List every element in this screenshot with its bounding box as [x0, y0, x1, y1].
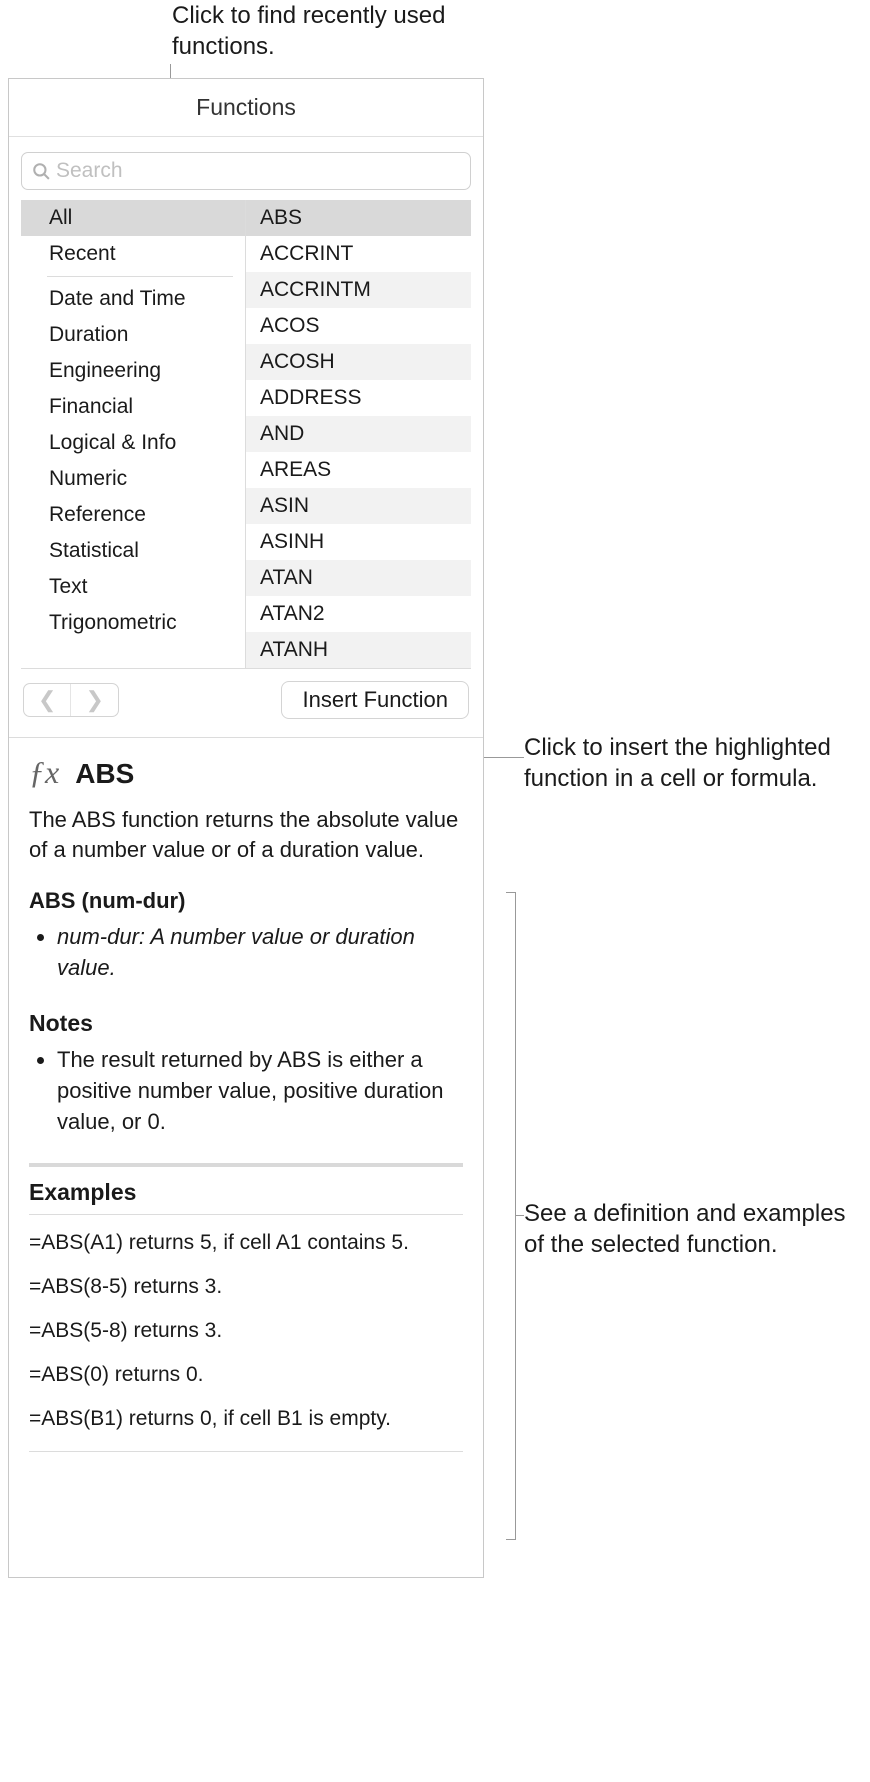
category-row[interactable]: Numeric: [21, 461, 245, 497]
category-row[interactable]: Duration: [21, 317, 245, 353]
notes-header: Notes: [29, 1010, 463, 1037]
example-line: =ABS(A1) returns 5, if cell A1 contains …: [29, 1231, 463, 1255]
toolbar: ❮ ❯ Insert Function: [9, 669, 483, 727]
category-separator: [47, 276, 233, 277]
nav-back-button[interactable]: ❮: [24, 684, 70, 716]
chevron-right-icon: ❯: [85, 687, 103, 713]
parameter-item: num-dur: A number value or duration valu…: [57, 922, 463, 984]
examples-header: Examples: [29, 1179, 463, 1206]
function-row[interactable]: ADDRESS: [246, 380, 471, 416]
nav-buttons: ❮ ❯: [23, 683, 119, 717]
category-row[interactable]: Reference: [21, 497, 245, 533]
category-list[interactable]: All Recent Date and Time Duration Engine…: [21, 200, 246, 668]
function-header: ƒx ABS: [29, 754, 463, 791]
function-name: ABS: [75, 758, 134, 790]
function-row[interactable]: ASIN: [246, 488, 471, 524]
dual-list: All Recent Date and Time Duration Engine…: [21, 200, 471, 669]
function-syntax: ABS (num-dur): [29, 888, 463, 914]
callout-bracket: [506, 892, 516, 1540]
category-row[interactable]: Logical & Info: [21, 425, 245, 461]
callout-line: [516, 1215, 524, 1216]
category-row[interactable]: Financial: [21, 389, 245, 425]
category-row[interactable]: Statistical: [21, 533, 245, 569]
insert-function-button[interactable]: Insert Function: [281, 681, 469, 719]
function-row[interactable]: ATAN: [246, 560, 471, 596]
parameter-text: num-dur: A number value or duration valu…: [57, 924, 415, 980]
note-item: The result returned by ABS is either a p…: [57, 1045, 463, 1137]
separator: [29, 1451, 463, 1452]
category-row[interactable]: Trigonometric: [21, 605, 245, 641]
parameters-list: num-dur: A number value or duration valu…: [29, 922, 463, 984]
fx-icon: ƒx: [29, 754, 59, 791]
function-description: The ABS function returns the absolute va…: [29, 805, 463, 864]
function-row[interactable]: AND: [246, 416, 471, 452]
category-row-recent[interactable]: Recent: [21, 236, 245, 272]
function-row[interactable]: ATANH: [246, 632, 471, 668]
example-line: =ABS(8-5) returns 3.: [29, 1275, 463, 1299]
callout-line: [484, 757, 524, 758]
chevron-left-icon: ❮: [38, 687, 56, 713]
functions-panel: Functions All Recent Date and Time Durat…: [8, 78, 484, 1578]
function-row[interactable]: ABS: [246, 200, 471, 236]
notes-list: The result returned by ABS is either a p…: [29, 1045, 463, 1137]
category-row[interactable]: Text: [21, 569, 245, 605]
callout-recent: Click to find recently used functions.: [172, 0, 512, 62]
function-row[interactable]: ACCRINTM: [246, 272, 471, 308]
function-row[interactable]: ACOS: [246, 308, 471, 344]
example-line: =ABS(B1) returns 0, if cell B1 is empty.: [29, 1407, 463, 1431]
function-list[interactable]: ABS ACCRINT ACCRINTM ACOS ACOSH ADDRESS …: [246, 200, 471, 668]
example-line: =ABS(0) returns 0.: [29, 1363, 463, 1387]
callout-insert: Click to insert the highlighted function…: [524, 732, 854, 794]
category-row[interactable]: Engineering: [21, 353, 245, 389]
function-row[interactable]: ACCRINT: [246, 236, 471, 272]
function-row[interactable]: ACOSH: [246, 344, 471, 380]
search-field[interactable]: [21, 152, 471, 190]
function-row[interactable]: ASINH: [246, 524, 471, 560]
search-icon: [32, 162, 50, 180]
help-panel: ƒx ABS The ABS function returns the abso…: [9, 737, 483, 1484]
function-row[interactable]: ATAN2: [246, 596, 471, 632]
panel-title: Functions: [9, 79, 483, 137]
search-input[interactable]: [56, 159, 460, 183]
example-line: =ABS(5-8) returns 3.: [29, 1319, 463, 1343]
category-row[interactable]: Date and Time: [21, 281, 245, 317]
nav-forward-button[interactable]: ❯: [71, 684, 117, 716]
separator: [29, 1214, 463, 1215]
category-row-all[interactable]: All: [21, 200, 245, 236]
callout-help: See a definition and examples of the sel…: [524, 1198, 854, 1260]
search-wrap: [9, 137, 483, 200]
separator: [29, 1163, 463, 1167]
function-row[interactable]: AREAS: [246, 452, 471, 488]
